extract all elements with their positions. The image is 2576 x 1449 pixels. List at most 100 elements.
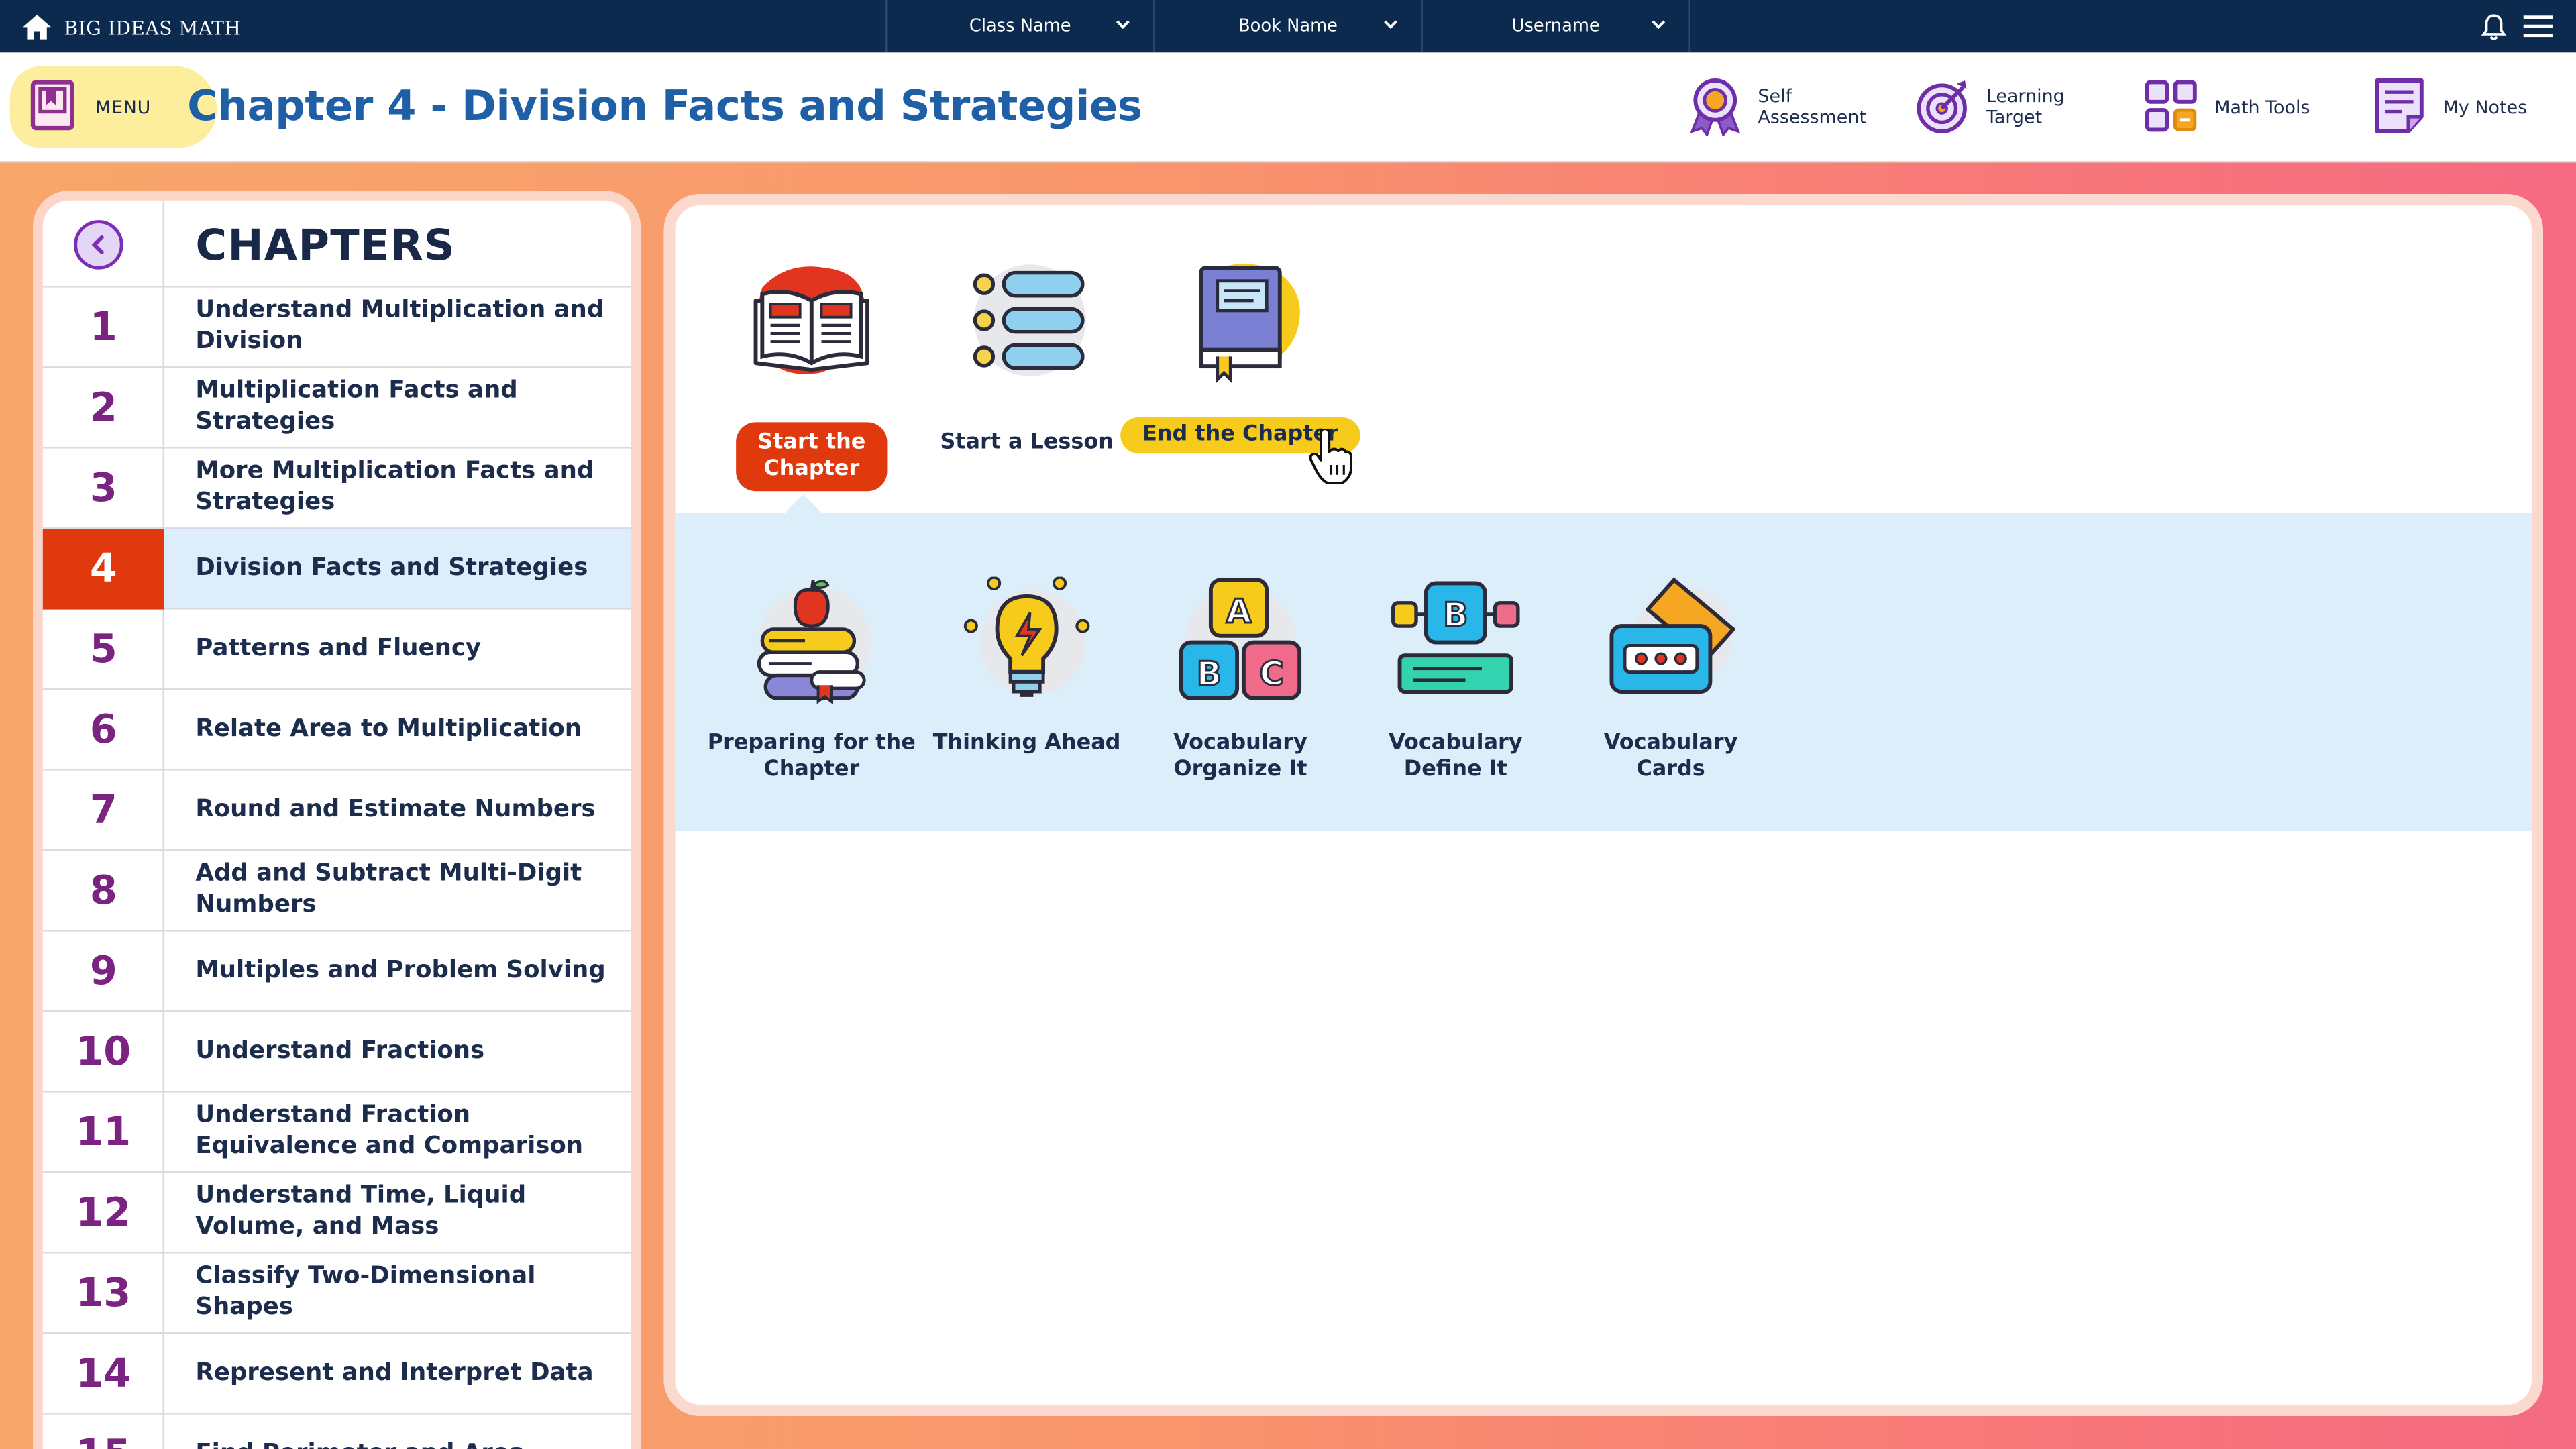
vocab-cards-icon bbox=[1605, 577, 1737, 708]
menu-label[interactable]: MENU bbox=[95, 97, 151, 118]
chapter-title: Multiples and Problem Solving bbox=[195, 957, 606, 983]
abc-blocks-icon: A B C bbox=[1175, 577, 1306, 708]
math-tools-label: Math Tools bbox=[2214, 96, 2310, 118]
end-the-chapter-tile[interactable]: End the Chapter bbox=[1120, 258, 1360, 484]
chapter-row-3[interactable]: 3 More Multiplication Facts and Strategie… bbox=[42, 449, 631, 529]
chapter-title: Understand Fractions bbox=[195, 1037, 485, 1064]
menu-book-icon[interactable] bbox=[30, 79, 76, 131]
my-notes-button[interactable]: My Notes bbox=[2372, 76, 2527, 138]
app-root: BIG IDEAS MATH Class Name Book Name User… bbox=[0, 0, 2576, 1449]
chapter-number: 10 bbox=[76, 1028, 131, 1075]
chapter-row-11[interactable]: 11 Understand Fraction Equivalence and Co… bbox=[42, 1093, 631, 1173]
chapter-title: Division Facts and Strategies bbox=[195, 554, 588, 581]
closed-book-icon bbox=[1175, 258, 1306, 389]
chevron-down-icon bbox=[1116, 20, 1130, 30]
notes-icon bbox=[2375, 78, 2424, 133]
chapter-row-10[interactable]: 10 Understand Fractions bbox=[42, 1012, 631, 1093]
chapter-number: 4 bbox=[42, 528, 164, 609]
hand-cursor-icon bbox=[1309, 429, 1352, 484]
chapter-row-5[interactable]: 5 Patterns and Fluency bbox=[42, 610, 631, 690]
bell-icon[interactable] bbox=[2481, 13, 2507, 42]
start-a-lesson-tile[interactable]: Start a Lesson bbox=[920, 258, 1133, 456]
vocabulary-cards-label: Vocabulary Cards bbox=[1603, 731, 1738, 782]
math-tools-button[interactable]: Math Tools bbox=[2144, 76, 2310, 138]
book-name-select[interactable]: Book Name bbox=[1153, 0, 1421, 53]
chapter-title: Round and Estimate Numbers bbox=[195, 796, 596, 822]
chevron-down-icon bbox=[1384, 20, 1398, 30]
chevron-down-icon bbox=[1652, 20, 1666, 30]
thinking-ahead-label: Thinking Ahead bbox=[932, 731, 1121, 756]
class-name-select[interactable]: Class Name bbox=[885, 0, 1153, 53]
self-assessment-button[interactable]: Self Assessment bbox=[1687, 76, 1866, 138]
math-tools-grid-icon bbox=[2145, 80, 2197, 132]
selected-tile-caret bbox=[784, 494, 823, 515]
chapter-row-7[interactable]: 7 Round and Estimate Numbers bbox=[42, 771, 631, 851]
username-label: Username bbox=[1511, 16, 1600, 36]
thinking-ahead-tile[interactable]: Thinking Ahead bbox=[920, 576, 1133, 757]
page-title: Chapter 4 - Division Facts and Strategie… bbox=[187, 82, 1142, 131]
chapter-title: Represent and Interpret Data bbox=[195, 1359, 594, 1386]
chapter-number: 2 bbox=[89, 384, 117, 431]
vocab-define-icon: B bbox=[1390, 577, 1521, 708]
chapter-row-8[interactable]: 8 Add and Subtract Multi-Digit Numbers bbox=[42, 851, 631, 932]
chapter-number: 5 bbox=[89, 626, 117, 672]
chapter-title: Understand Fraction Equivalence and Comp… bbox=[195, 1102, 584, 1160]
chapter-row-15[interactable]: 15Find Perimeter and Area bbox=[43, 1415, 631, 1449]
chapter-number: 1 bbox=[89, 304, 117, 350]
chapter-row-9[interactable]: 9 Multiples and Problem Solving bbox=[42, 932, 631, 1012]
chapter-title: Find Perimeter and Area bbox=[164, 1438, 623, 1449]
chapter-title: Classify Two-Dimensional Shapes bbox=[195, 1263, 536, 1321]
start-the-chapter-tile[interactable]: Start the Chapter bbox=[705, 258, 918, 492]
brand-name: BIG IDEAS MATH bbox=[64, 15, 241, 39]
chapter-title: Patterns and Fluency bbox=[195, 635, 482, 661]
chapter-title: Multiplication Facts and Strategies bbox=[195, 378, 518, 435]
chapter-title: Understand Multiplication and Division bbox=[195, 297, 604, 355]
chapter-number: 6 bbox=[89, 706, 117, 753]
back-button[interactable] bbox=[74, 220, 123, 270]
chapters-heading: CHAPTERS bbox=[195, 221, 456, 272]
chapters-header: CHAPTERS bbox=[42, 201, 631, 288]
open-book-icon bbox=[746, 258, 877, 389]
top-bar: BIG IDEAS MATH Class Name Book Name User… bbox=[0, 0, 2576, 53]
vocabulary-organize-it-label: Vocabulary Organize It bbox=[1173, 731, 1307, 782]
preparing-for-the-chapter-label: Preparing for the Chapter bbox=[707, 731, 916, 782]
books-apple-icon bbox=[746, 577, 877, 708]
award-ribbon-icon bbox=[1690, 78, 1741, 137]
target-icon bbox=[1917, 80, 1967, 133]
chapter-number: 13 bbox=[76, 1270, 131, 1316]
vocabulary-organize-it-tile[interactable]: A B C Vocabulary Organize It bbox=[1134, 577, 1347, 784]
chapter-title: Relate Area to Multiplication bbox=[195, 715, 582, 742]
chapter-title: Understand Time, Liquid Volume, and Mass bbox=[195, 1183, 527, 1240]
lesson-list-icon bbox=[961, 258, 1093, 389]
chapter-list: 1 Understand Multiplication and Division 2… bbox=[42, 288, 631, 1449]
brand[interactable]: BIG IDEAS MATH bbox=[23, 13, 241, 42]
chapter-title: Add and Subtract Multi-Digit Numbers bbox=[195, 861, 582, 918]
chapter-row-13[interactable]: 13 Classify Two-Dimensional Shapes bbox=[42, 1254, 631, 1334]
vocabulary-define-it-tile[interactable]: B Vocabulary Define It bbox=[1349, 577, 1562, 784]
svg-text:B: B bbox=[1197, 655, 1222, 693]
chapter-row-6[interactable]: 6 Relate Area to Multiplication bbox=[42, 690, 631, 771]
chapter-number: 9 bbox=[89, 948, 117, 994]
chapter-row-4[interactable]: 4 Division Facts and Strategies bbox=[42, 528, 631, 610]
vocabulary-cards-tile[interactable]: Vocabulary Cards bbox=[1564, 577, 1777, 784]
my-notes-label: My Notes bbox=[2443, 96, 2528, 118]
username-select[interactable]: Username bbox=[1421, 0, 1690, 53]
chapter-row-1[interactable]: 1 Understand Multiplication and Division bbox=[42, 288, 631, 368]
chapter-row-2[interactable]: 2 Multiplication Facts and Strategies bbox=[42, 368, 631, 449]
book-name-label: Book Name bbox=[1238, 16, 1338, 36]
start-the-chapter-pill[interactable]: Start the Chapter bbox=[736, 422, 888, 492]
learning-target-button[interactable]: Learning Target bbox=[1916, 76, 2065, 138]
chapter-number: 12 bbox=[76, 1189, 131, 1236]
chapter-number: 8 bbox=[89, 867, 117, 914]
chapter-row-14[interactable]: 14 Represent and Interpret Data bbox=[42, 1334, 631, 1415]
self-assessment-label: Self Assessment bbox=[1758, 85, 1867, 129]
hamburger-menu-icon[interactable] bbox=[2523, 15, 2553, 38]
vocabulary-define-it-label: Vocabulary Define It bbox=[1389, 731, 1523, 782]
svg-text:B: B bbox=[1443, 596, 1468, 634]
chapter-row-12[interactable]: 12 Understand Time, Liquid Volume, and Ma… bbox=[42, 1173, 631, 1254]
preparing-for-the-chapter-tile[interactable]: Preparing for the Chapter bbox=[705, 577, 918, 784]
lightbulb-icon bbox=[961, 576, 1093, 708]
home-icon[interactable] bbox=[23, 15, 51, 40]
class-name-label: Class Name bbox=[969, 16, 1071, 36]
chapter-content-panel: Start the Chapter Start a Lesson End the… bbox=[663, 193, 2544, 1417]
